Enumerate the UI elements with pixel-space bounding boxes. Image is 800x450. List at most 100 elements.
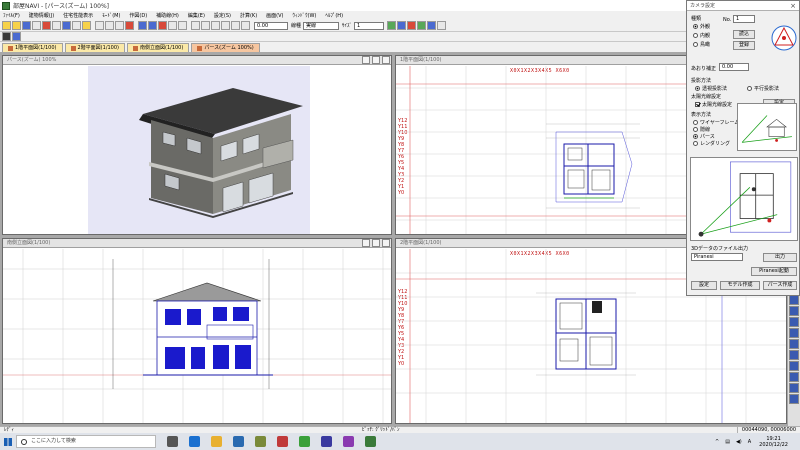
camera-position-map[interactable] [690, 157, 798, 241]
display-rendering-radio[interactable]: レンダリング [693, 140, 730, 147]
menu-guide[interactable]: 補助線(H) [156, 12, 179, 19]
perspective-projection-radio[interactable]: 透視投影法 [695, 85, 727, 92]
tab-floor2-plan[interactable]: 2階平面図(1/100) [64, 43, 125, 52]
app-icon[interactable] [343, 436, 354, 447]
taskbar-clock[interactable]: 19:21 2020/12/22 [759, 436, 788, 448]
app-icon[interactable] [277, 436, 288, 447]
tool-icon[interactable] [789, 394, 799, 404]
app-icon[interactable] [321, 436, 332, 447]
display-hidden-line-radio[interactable]: 隠線 [693, 126, 710, 133]
piranesi-launch-button[interactable]: Piranesi起動 [751, 267, 797, 276]
tool-icon[interactable] [148, 21, 157, 30]
copy-icon[interactable] [105, 21, 114, 30]
register-button[interactable]: 登録 [733, 41, 755, 50]
explorer-icon[interactable] [211, 436, 222, 447]
sun-checkbox[interactable]: 太陽光線設定 [695, 101, 732, 108]
tool-icon[interactable] [789, 295, 799, 305]
undo-icon[interactable] [125, 21, 134, 30]
tool-icon[interactable] [417, 21, 427, 30]
linetype-select[interactable]: 実線 [303, 21, 340, 30]
tool-icon[interactable] [397, 21, 407, 30]
tool-icon[interactable] [789, 350, 799, 360]
tool-icon[interactable] [407, 21, 417, 30]
camera-no-select[interactable]: 1 [733, 15, 755, 23]
menu-mode[interactable]: ﾓｰﾄﾞ(M) [102, 12, 120, 19]
tool-icon[interactable] [42, 21, 51, 30]
pan-icon[interactable] [221, 21, 230, 30]
tool-icon[interactable] [789, 306, 799, 316]
tool-icon[interactable] [178, 21, 187, 30]
tool-icon[interactable] [72, 21, 81, 30]
app-icon[interactable] [299, 436, 310, 447]
tool-icon[interactable] [138, 21, 147, 30]
tool-icon[interactable] [789, 339, 799, 349]
tool-icon[interactable] [789, 361, 799, 371]
tray-chevron-icon[interactable]: ^ [715, 439, 719, 445]
close-icon[interactable] [382, 239, 390, 247]
tool-icon[interactable] [437, 21, 447, 30]
camera-icon[interactable] [2, 32, 11, 41]
volume-icon[interactable]: ◀) [736, 439, 742, 445]
minimize-icon[interactable] [362, 56, 370, 64]
tool-icon[interactable] [789, 383, 799, 393]
ime-icon[interactable]: A [748, 439, 751, 445]
height-field[interactable]: 0.00 [719, 63, 749, 71]
new-file-icon[interactable] [2, 21, 11, 30]
menu-performance[interactable]: 住宅性能表示 [63, 12, 93, 19]
kind-interior-radio[interactable]: 内観 [693, 32, 710, 39]
tool-icon[interactable] [387, 21, 397, 30]
network-icon[interactable]: ▤ [725, 439, 730, 445]
scale-field[interactable]: 0.00 [254, 21, 288, 30]
menu-file[interactable]: ﾌｧｲﾙ(F) [3, 12, 20, 19]
display-wireframe-radio[interactable]: ワイヤーフレーム [693, 119, 739, 126]
menu-window[interactable]: ｳｨﾝﾄﾞｳ(W) [293, 12, 317, 19]
tool-icon[interactable] [241, 21, 250, 30]
kind-birdseye-radio[interactable]: 鳥瞰 [693, 41, 710, 48]
tool-icon[interactable] [62, 21, 71, 30]
tool-icon[interactable] [231, 21, 240, 30]
display-perspective-radio[interactable]: パース [693, 133, 715, 140]
tool-icon[interactable] [52, 21, 61, 30]
maximize-icon[interactable] [372, 56, 380, 64]
app-icon[interactable] [255, 436, 266, 447]
taskbar-search[interactable]: ここに入力して検索 [16, 435, 156, 448]
print-icon[interactable] [32, 21, 41, 30]
menu-edit[interactable]: 編集(E) [188, 12, 205, 19]
output-button[interactable]: 出力 [763, 253, 797, 262]
tool-icon[interactable] [789, 317, 799, 327]
create-perspective-button[interactable]: パース作成 [763, 281, 797, 290]
start-button[interactable] [0, 433, 16, 450]
tool-icon[interactable] [82, 21, 91, 30]
tool-icon[interactable] [168, 21, 177, 30]
tool-icon[interactable] [427, 21, 437, 30]
size-select[interactable]: 1 [354, 21, 385, 30]
maximize-icon[interactable] [372, 239, 380, 247]
store-icon[interactable] [233, 436, 244, 447]
tab-south-elevation[interactable]: 南側立面図(1/100) [127, 43, 190, 52]
app-icon[interactable] [365, 436, 376, 447]
create-model-button[interactable]: モデル作成 [720, 281, 760, 290]
tool-icon[interactable] [789, 328, 799, 338]
minimize-icon[interactable] [362, 239, 370, 247]
task-view-icon[interactable] [167, 436, 178, 447]
menu-settings[interactable]: 設定(S) [214, 12, 231, 19]
close-icon[interactable]: × [787, 2, 799, 10]
elevation-panel[interactable]: 南側立面図(1/100) [2, 238, 392, 424]
zoom-in-icon[interactable] [191, 21, 200, 30]
open-file-icon[interactable] [12, 21, 21, 30]
read-button[interactable]: 読込 [733, 30, 755, 39]
parallel-projection-radio[interactable]: 平行投影法 [747, 85, 779, 92]
edge-icon[interactable] [189, 436, 200, 447]
tab-perspective[interactable]: パース(ズーム 100%) [191, 43, 260, 52]
cut-icon[interactable] [95, 21, 104, 30]
export-format-select[interactable]: Piranesi [691, 253, 743, 261]
menu-view[interactable]: 画面(V) [266, 12, 283, 19]
menu-building-info[interactable]: 建物情報(J) [29, 12, 54, 19]
save-icon[interactable] [22, 21, 31, 30]
close-icon[interactable] [382, 56, 390, 64]
layer-icon[interactable] [12, 32, 21, 41]
tool-icon[interactable] [789, 372, 799, 382]
kind-exterior-radio[interactable]: 外観 [693, 23, 710, 30]
tool-icon[interactable] [158, 21, 167, 30]
menu-draw[interactable]: 作図(D) [129, 12, 147, 19]
